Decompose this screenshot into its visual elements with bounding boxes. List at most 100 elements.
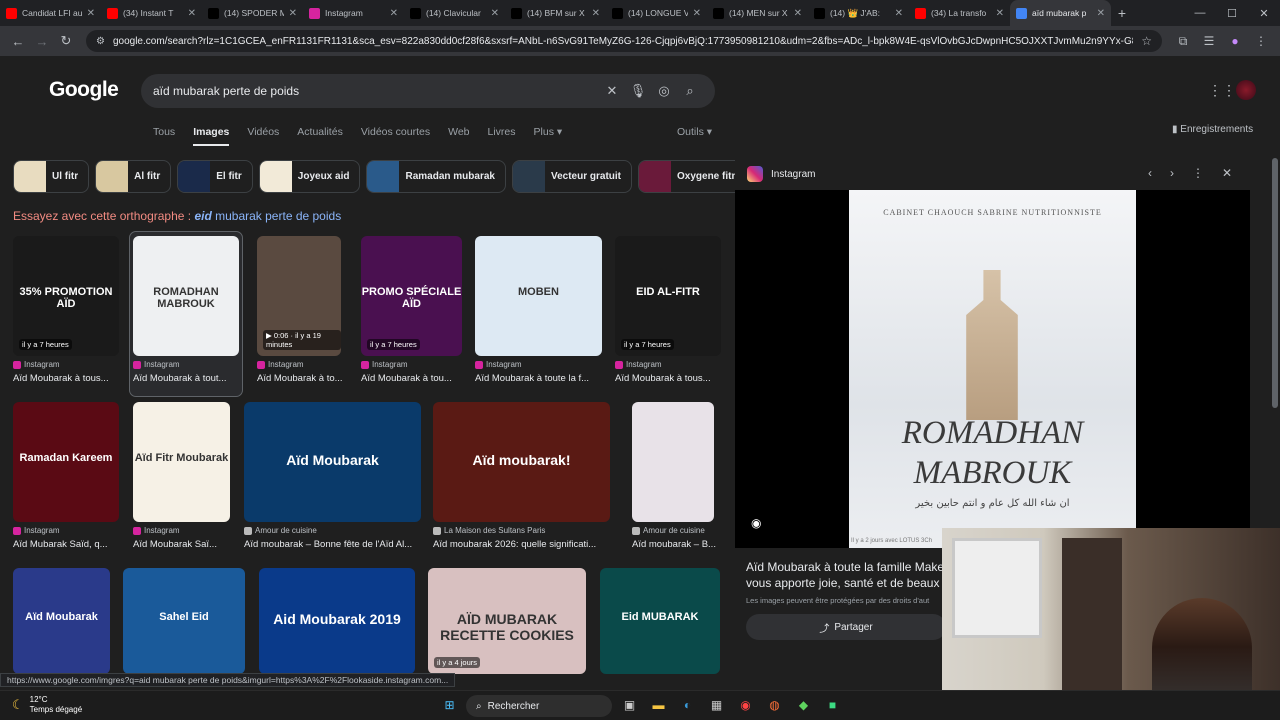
minimize-icon[interactable]: —	[1184, 7, 1216, 19]
image-result[interactable]: 35% PROMOTION AÏD il y a 7 heures Instagra…	[10, 232, 122, 396]
result-source[interactable]: La Maison des Sultans Paris	[433, 526, 545, 535]
tab-close-icon[interactable]: ✕	[794, 8, 802, 19]
bookmark-star-icon[interactable]: ☆	[1141, 34, 1152, 48]
tab-close-icon[interactable]: ✕	[289, 8, 297, 19]
result-source[interactable]: Instagram	[13, 360, 60, 369]
search-input[interactable]	[153, 84, 599, 98]
profile-icon[interactable]: ●	[1222, 34, 1248, 48]
browser-tab[interactable]: (34) Instant T ✕	[101, 0, 202, 26]
clear-icon[interactable]: ✕	[599, 83, 625, 99]
site-info-icon[interactable]: ⚙	[96, 36, 105, 47]
result-source[interactable]: Amour de cuisine	[244, 526, 317, 535]
close-window-icon[interactable]: ✕	[1248, 7, 1280, 20]
spell-rest[interactable]: mubarak perte de poids	[212, 209, 341, 223]
store-icon[interactable]: ▦	[707, 696, 726, 715]
tab-close-icon[interactable]: ✕	[693, 8, 701, 19]
address-bar[interactable]: ⚙ google.com/search?rlz=1C1GCEA_enFR1131…	[86, 30, 1162, 52]
panel-description[interactable]: Aïd Moubarak à toute la famille Make vou…	[746, 559, 946, 591]
result-thumbnail[interactable]: Aïd moubarak!	[433, 402, 610, 522]
lens-search-icon[interactable]: ◉	[751, 516, 761, 530]
tab-close-icon[interactable]: ✕	[87, 8, 95, 19]
result-thumbnail[interactable]: MOBEN	[475, 236, 602, 356]
image-result[interactable]: ▶ 0:06 · il y a 19 minutes Instagram Aïd M…	[254, 232, 344, 396]
maximize-icon[interactable]: ☐	[1216, 7, 1248, 20]
tools-button[interactable]: Outils ▾	[677, 126, 712, 138]
result-thumbnail[interactable]: AÏD MUBARAK RECETTE COOKIES il y a 4 jour…	[428, 568, 586, 674]
result-thumbnail[interactable]	[632, 402, 714, 522]
scrollbar[interactable]	[1272, 158, 1278, 408]
browser-tab[interactable]: aïd mubarak p ✕	[1010, 0, 1111, 26]
task-view-icon[interactable]: ▣	[620, 696, 639, 715]
image-result[interactable]: Ramadan Kareem Instagram Aïd Mubarak Saïd,…	[10, 398, 122, 562]
tab-tous[interactable]: Tous	[153, 126, 175, 146]
refinement-chip[interactable]: Ul fitr	[13, 160, 90, 193]
result-source[interactable]: Instagram	[133, 360, 180, 369]
tab-close-icon[interactable]: ✕	[491, 8, 499, 19]
apps-grid-icon[interactable]: ⋮⋮	[1208, 82, 1236, 99]
result-thumbnail[interactable]: Sahel Eid	[123, 568, 245, 674]
avatar[interactable]	[1236, 80, 1256, 100]
tab-livres[interactable]: Livres	[488, 126, 516, 146]
result-title[interactable]: Aïd moubarak 2026: quelle significati...	[433, 539, 650, 550]
weather-widget[interactable]: ☾ 12°C Temps dégagé	[12, 695, 82, 715]
refinement-chip[interactable]: Ramadan mubarak	[366, 160, 506, 193]
result-source[interactable]: Instagram	[13, 526, 60, 535]
tab-close-icon[interactable]: ✕	[390, 8, 398, 19]
browser-tab[interactable]: (14) Clavicular ✕	[404, 0, 505, 26]
result-thumbnail[interactable]: EID AL-FITR il y a 7 heures	[615, 236, 721, 356]
tab-close-icon[interactable]: ✕	[592, 8, 600, 19]
saved-button[interactable]: ▮ Enregistrements	[1172, 124, 1253, 135]
tab-actualités[interactable]: Actualités	[297, 126, 343, 146]
tab-web[interactable]: Web	[448, 126, 469, 146]
lens-icon[interactable]: ◎	[651, 83, 677, 99]
tab-close-icon[interactable]: ✕	[1097, 8, 1105, 19]
browser-tab[interactable]: Candidat LFI au ✕	[0, 0, 101, 26]
tab-vidéos[interactable]: Vidéos	[247, 126, 279, 146]
result-source[interactable]: Instagram	[361, 360, 408, 369]
browser-tab[interactable]: (14) MEN sur X ✕	[707, 0, 808, 26]
image-result[interactable]: PROMO SPÉCIALE AÏD il y a 7 heures Instagr…	[358, 232, 465, 396]
menu-icon[interactable]: ⋮	[1248, 34, 1274, 48]
result-thumbnail[interactable]: ▶ 0:06 · il y a 19 minutes	[257, 236, 341, 356]
result-title[interactable]: Aïd moubarak – Bonne fête de l'Aïd Al...	[244, 539, 461, 550]
tab-search-icon[interactable]: ☰	[1196, 34, 1222, 48]
result-thumbnail[interactable]: Eid MUBARAK	[600, 568, 720, 674]
panel-source[interactable]: Instagram	[747, 166, 815, 182]
image-result[interactable]: Aïd Fitr Moubarak Instagram Aïd Moubarak S…	[130, 398, 233, 562]
extensions-icon[interactable]: ⧉	[1170, 34, 1196, 49]
result-source[interactable]: Instagram	[615, 360, 662, 369]
result-source[interactable]: Instagram	[133, 526, 180, 535]
close-icon[interactable]: ✕	[1222, 166, 1232, 180]
browser-tab[interactable]: (34) La transfo ✕	[909, 0, 1010, 26]
forward-arrow-icon[interactable]: →	[30, 34, 54, 49]
google-logo[interactable]: Google	[49, 78, 119, 102]
firefox-icon[interactable]: ◍	[765, 696, 784, 715]
tab-images[interactable]: Images	[193, 126, 230, 146]
preview-image[interactable]: CABINET CHAOUCH SABRINE NUTRITIONNISTE R…	[735, 190, 1250, 548]
browser-tab[interactable]: (14) LONGUE V ✕	[606, 0, 707, 26]
result-thumbnail[interactable]: PROMO SPÉCIALE AÏD il y a 7 heures	[361, 236, 462, 356]
next-arrow-icon[interactable]: ›	[1170, 166, 1174, 180]
image-result[interactable]: EID AL-FITR il y a 7 heures Instagram Aïd M…	[612, 232, 724, 396]
tab-vidéos-courtes[interactable]: Vidéos courtes	[361, 126, 430, 146]
windows-start-icon[interactable]: ⊞	[440, 696, 459, 715]
result-thumbnail[interactable]: Ramadan Kareem	[13, 402, 119, 522]
tab-close-icon[interactable]: ✕	[895, 8, 903, 19]
microphone-icon[interactable]: 🎙	[625, 83, 651, 99]
result-source[interactable]: Amour de cuisine	[632, 526, 705, 535]
tab-close-icon[interactable]: ✕	[996, 8, 1004, 19]
result-thumbnail[interactable]: Aïd Moubarak	[13, 568, 110, 674]
image-result[interactable]: Aïd Moubarak Amour de cuisine Aïd moubarak…	[241, 398, 424, 562]
result-thumbnail[interactable]: Aïd Moubarak	[244, 402, 421, 522]
image-result[interactable]: Aïd moubarak! La Maison des Sultans Paris…	[430, 398, 613, 562]
result-thumbnail[interactable]: Aïd Fitr Moubarak	[133, 402, 230, 522]
result-thumbnail[interactable]: ROMADHAN MABROUK	[133, 236, 239, 356]
refinement-chip[interactable]: Al fitr	[95, 160, 172, 193]
image-result[interactable]: ROMADHAN MABROUK Instagram Aïd Moubarak à …	[129, 231, 243, 397]
image-result[interactable]: MOBEN Instagram Aïd Moubarak à toute la f.…	[472, 232, 605, 396]
tab-plus[interactable]: Plus ▾	[534, 126, 581, 146]
result-thumbnail[interactable]: 35% PROMOTION AÏD il y a 7 heures	[13, 236, 119, 356]
result-thumbnail[interactable]: Aid Moubarak 2019	[259, 568, 415, 674]
file-explorer-icon[interactable]: ▬	[649, 696, 668, 715]
browser-tab[interactable]: Instagram ✕	[303, 0, 404, 26]
